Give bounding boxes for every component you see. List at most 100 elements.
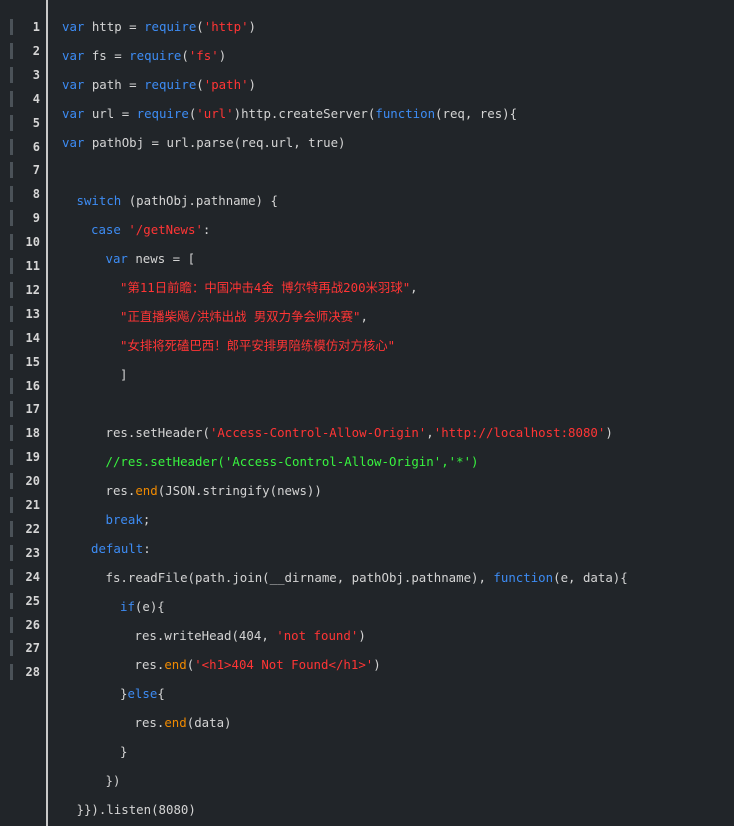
code-token: var bbox=[62, 48, 85, 63]
code-token: '<h1>404 Not Found</h1>' bbox=[194, 657, 374, 672]
code-token: res.writeHead(404, bbox=[134, 628, 277, 643]
code-token: '/getNews' bbox=[128, 222, 203, 237]
code-token: var bbox=[62, 77, 85, 92]
code-token: (pathObj.pathname) { bbox=[121, 193, 278, 208]
code-line[interactable]: var fs = require('fs') bbox=[62, 46, 226, 66]
code-editor[interactable]: 1 2 3 4 5 6 7 8 9 10 11 12 13 14 15 16 17 18 19 20 21 22 23 24 2… bbox=[0, 0, 734, 826]
code-token: ] bbox=[120, 367, 128, 382]
code-token: require bbox=[136, 106, 189, 121]
code-line[interactable]: "第11日前瞻：中国冲击4金 博尔特再战200米羽球", bbox=[120, 278, 418, 298]
code-token: break bbox=[105, 512, 143, 527]
code-token: (e){ bbox=[134, 599, 165, 614]
code-token: var bbox=[62, 135, 85, 150]
code-token: var bbox=[105, 251, 128, 266]
code-token: }}).listen(8080) bbox=[76, 802, 196, 817]
code-line[interactable]: break; bbox=[106, 510, 151, 530]
code-line[interactable]: }else{ bbox=[120, 684, 165, 704]
code-token: ) bbox=[358, 628, 366, 643]
code-token: 'http://localhost:8080' bbox=[433, 425, 606, 440]
code-token: end bbox=[164, 657, 187, 672]
code-token: res. bbox=[134, 657, 165, 672]
code-line[interactable]: switch (pathObj.pathname) { bbox=[77, 191, 278, 211]
code-token: //res.setHeader('Access-Control-Allow-Or… bbox=[105, 454, 479, 469]
code-token: "女排将死磕巴西！郎平安排男陪练模仿对方核心" bbox=[120, 338, 396, 353]
code-token: { bbox=[157, 686, 165, 701]
code-token: else bbox=[127, 686, 158, 701]
code-line[interactable]: //res.setHeader('Access-Control-Allow-Or… bbox=[106, 452, 479, 472]
code-line[interactable]: var url = require('url')http.createServe… bbox=[62, 104, 517, 124]
code-line[interactable]: case '/getNews': bbox=[91, 220, 210, 240]
code-line[interactable]: res.setHeader('Access-Control-Allow-Orig… bbox=[106, 423, 613, 443]
code-token: ) bbox=[248, 77, 256, 92]
code-token: var bbox=[62, 106, 85, 121]
code-token: : bbox=[202, 222, 211, 237]
code-line[interactable]: if(e){ bbox=[120, 597, 165, 617]
code-token: ; bbox=[142, 512, 151, 527]
code-token: "正直播柴飚/洪炜出战 男双力争会师决赛" bbox=[120, 309, 361, 324]
code-token: , bbox=[426, 425, 434, 440]
code-token: default bbox=[91, 541, 144, 556]
code-token: 'Access-Control-Allow-Origin' bbox=[209, 425, 427, 440]
code-token: end bbox=[135, 483, 158, 498]
code-line[interactable]: default: bbox=[91, 539, 151, 559]
code-token: )http.createServer( bbox=[233, 106, 376, 121]
code-token: fs = bbox=[84, 48, 130, 63]
code-token: 'path' bbox=[203, 77, 249, 92]
code-token: require bbox=[144, 19, 197, 34]
code-token: : bbox=[143, 541, 151, 556]
code-line[interactable]: res.writeHead(404, 'not found') bbox=[135, 626, 366, 646]
code-token: ( bbox=[181, 48, 189, 63]
code-token: 'http' bbox=[203, 19, 249, 34]
code-token: case bbox=[91, 222, 121, 237]
code-token: (e, data){ bbox=[553, 570, 628, 585]
code-token: res.setHeader( bbox=[105, 425, 210, 440]
code-token: 'not found' bbox=[276, 628, 359, 643]
code-token: ) bbox=[248, 19, 256, 34]
code-token: var bbox=[62, 19, 85, 34]
code-area[interactable]: var http = require('http') var fs = requi… bbox=[0, 0, 734, 826]
code-token: require bbox=[129, 48, 182, 63]
code-token: url = bbox=[84, 106, 137, 121]
code-token: res. bbox=[134, 715, 165, 730]
code-token: http = bbox=[84, 19, 145, 34]
code-token: "第11日前瞻：中国冲击4金 博尔特再战200米羽球" bbox=[120, 280, 411, 295]
code-token: ( bbox=[196, 77, 204, 92]
code-line[interactable]: var path = require('path') bbox=[62, 75, 256, 95]
code-line[interactable]: res.end('<h1>404 Not Found</h1>') bbox=[135, 655, 381, 675]
code-token: end bbox=[164, 715, 187, 730]
code-token: 'fs' bbox=[188, 48, 219, 63]
code-line[interactable]: "女排将死磕巴西！郎平安排男陪练模仿对方核心" bbox=[120, 336, 395, 356]
code-token: 'url' bbox=[196, 106, 234, 121]
code-line[interactable]: res.end(JSON.stringify(news)) bbox=[106, 481, 322, 501]
code-line[interactable]: var pathObj = url.parse(req.url, true) bbox=[62, 133, 345, 153]
code-line[interactable]: }) bbox=[106, 771, 121, 791]
code-token: ( bbox=[196, 19, 204, 34]
code-token: } bbox=[120, 744, 128, 759]
code-token: }) bbox=[105, 773, 121, 788]
code-line[interactable]: "正直播柴飚/洪炜出战 男双力争会师决赛", bbox=[120, 307, 368, 327]
code-token: news = [ bbox=[127, 251, 196, 266]
code-token: (JSON.stringify(news)) bbox=[157, 483, 322, 498]
code-token: function bbox=[375, 106, 436, 121]
code-line[interactable]: res.end(data) bbox=[135, 713, 232, 733]
code-token: (req, res){ bbox=[435, 106, 518, 121]
code-token: fs.readFile(path.join(__dirname, pathObj… bbox=[105, 570, 494, 585]
code-token: function bbox=[493, 570, 554, 585]
code-token: ) bbox=[218, 48, 227, 63]
code-line[interactable]: } bbox=[120, 742, 127, 762]
code-token: switch bbox=[76, 193, 122, 208]
code-token: require bbox=[144, 77, 197, 92]
code-token: path = bbox=[84, 77, 145, 92]
code-line[interactable]: ] bbox=[120, 365, 127, 385]
code-line[interactable]: }}).listen(8080) bbox=[77, 800, 196, 820]
code-line[interactable]: fs.readFile(path.join(__dirname, pathObj… bbox=[106, 568, 628, 588]
code-token: res. bbox=[105, 483, 136, 498]
code-line[interactable]: var http = require('http') bbox=[62, 17, 256, 37]
code-token: ) bbox=[373, 657, 381, 672]
code-token: if bbox=[120, 599, 135, 614]
code-token: , bbox=[360, 309, 368, 324]
code-token: pathObj = url.parse(req.url, true) bbox=[84, 135, 346, 150]
code-token: (data) bbox=[186, 715, 232, 730]
code-line[interactable]: var news = [ bbox=[106, 249, 196, 269]
code-token: , bbox=[410, 280, 418, 295]
